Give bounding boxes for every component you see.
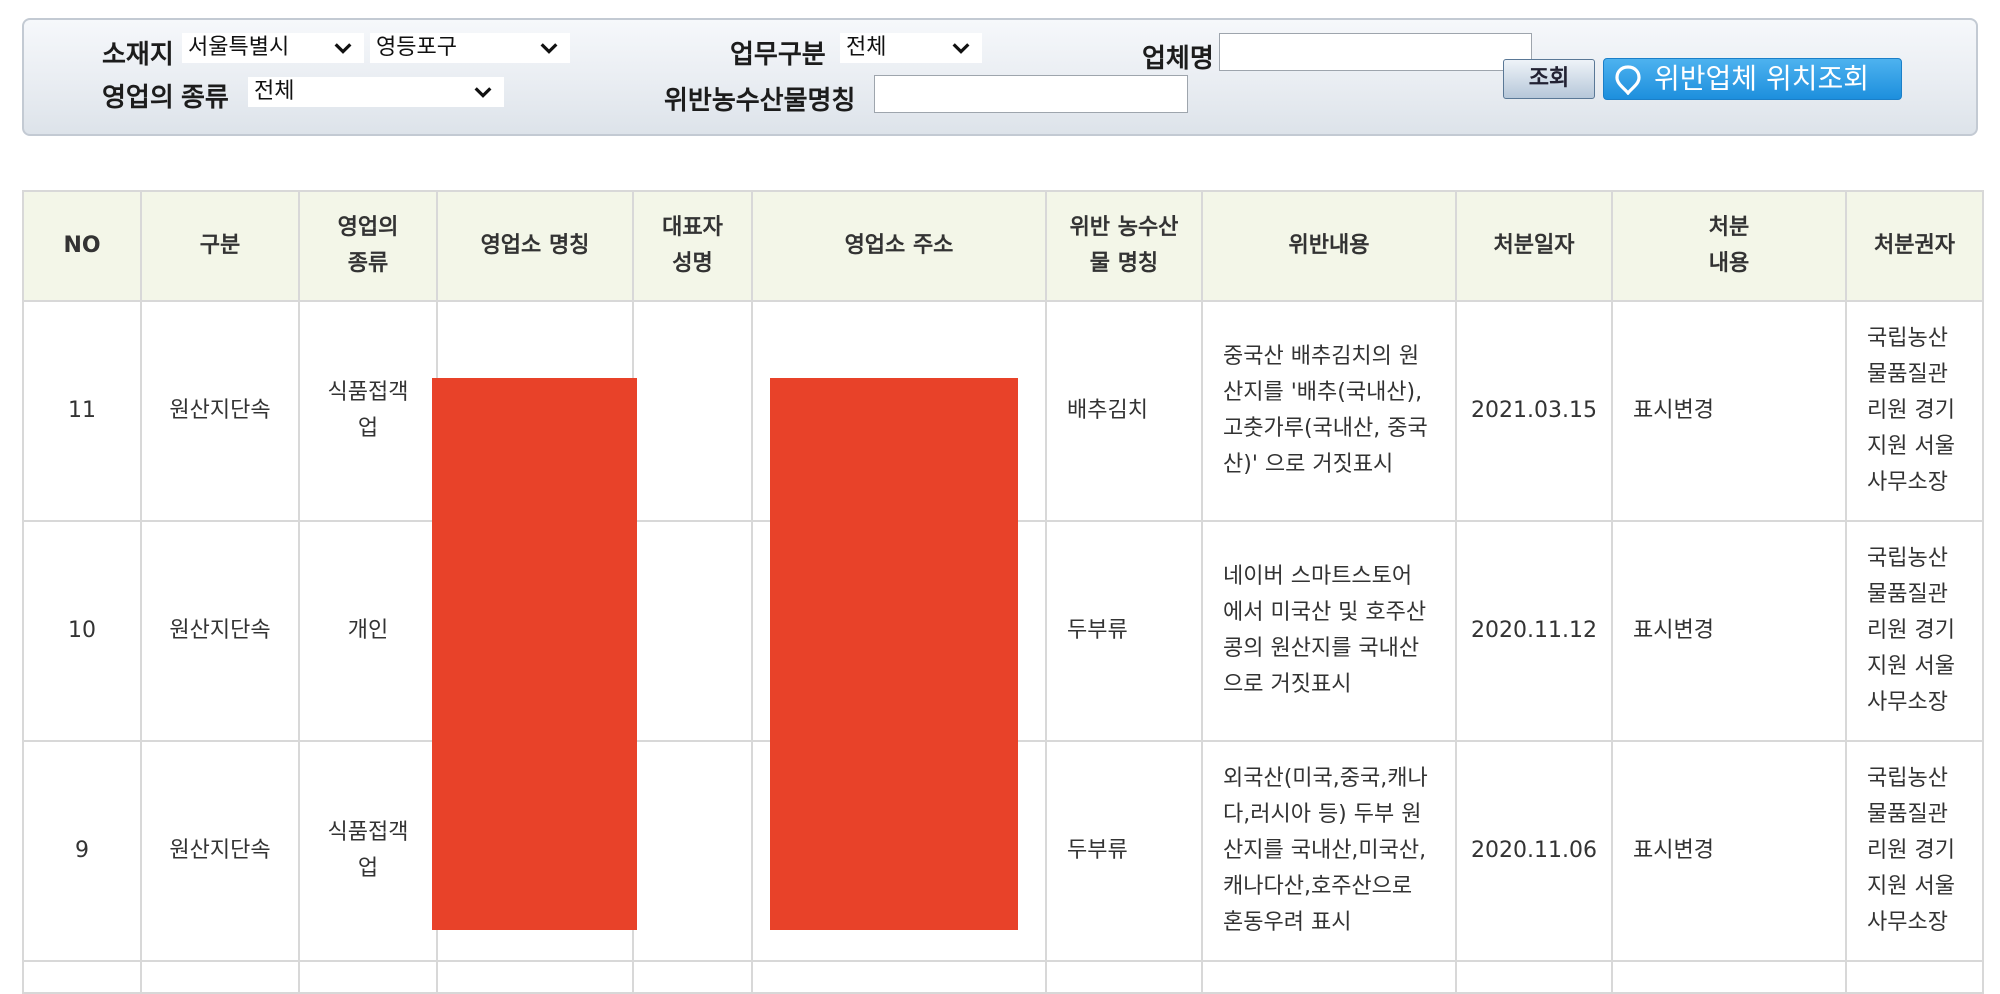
header-authority: 처분권자 [1845, 190, 1984, 302]
company-input[interactable] [1219, 33, 1532, 71]
product-label: 위반농수산물명칭 [664, 85, 856, 115]
cell-category: 원산지단속 [140, 520, 300, 742]
city-select[interactable]: 서울특별시 [182, 33, 364, 63]
cell-authority: 국립농산 물품질관 리원 경기 지원 서울 사무소장 [1845, 740, 1984, 962]
business-type-select-value: 전체 [254, 79, 295, 104]
cell-violation: 네이버 스마트스토어 에서 미국산 및 호주산 콩의 원산지를 국내산 으로 거… [1201, 520, 1457, 742]
chevron-down-icon [952, 43, 970, 54]
header-date: 처분일자 [1455, 190, 1613, 302]
location-search-button-label: 위반업체 위치조회 [1654, 62, 1869, 95]
city-select-value: 서울특별시 [188, 35, 290, 60]
cell-business-type: 식품접객 업 [298, 300, 438, 522]
cell-category: 원산지단속 [140, 300, 300, 522]
header-product: 위반 농수산 물 명칭 [1045, 190, 1203, 302]
cell-category: 원산지단속 [140, 740, 300, 962]
cell-date: 2020.11.12 [1455, 520, 1613, 742]
cell-business-type: 식품접객 업 [298, 740, 438, 962]
cell-no: 9 [22, 740, 142, 962]
company-label: 업체명 [1142, 43, 1214, 73]
map-pin-icon [1615, 65, 1641, 95]
header-address: 영업소 주소 [751, 190, 1047, 302]
header-violation: 위반내용 [1201, 190, 1457, 302]
cell-business-type: 개인 [298, 520, 438, 742]
cell-product: 두부류 [1045, 740, 1203, 962]
header-disposition: 처분 내용 [1611, 190, 1847, 302]
header-representative: 대표자 성명 [632, 190, 753, 302]
district-select[interactable]: 영등포구 [370, 33, 570, 63]
cell-authority: 국립농산 물품질관 리원 경기 지원 서울 사무소장 [1845, 520, 1984, 742]
cell-representative [632, 520, 753, 742]
header-category: 구분 [140, 190, 300, 302]
cell-product: 배추김치 [1045, 300, 1203, 522]
cell-date: 2021.03.15 [1455, 300, 1613, 522]
cell-representative [632, 300, 753, 522]
location-search-button[interactable]: 위반업체 위치조회 [1603, 58, 1902, 100]
redaction-block-name [432, 378, 637, 930]
cell-product: 두부류 [1045, 520, 1203, 742]
work-type-select-value: 전체 [846, 35, 887, 60]
cell-disposition: 표시변경 [1611, 740, 1847, 962]
query-button[interactable]: 조회 [1503, 59, 1595, 99]
product-input[interactable] [874, 75, 1188, 113]
work-type-label: 업무구분 [730, 39, 826, 69]
cell-authority: 국립농산 물품질관 리원 경기 지원 서울 사무소장 [1845, 300, 1984, 522]
location-label: 소재지 [102, 39, 174, 69]
district-select-value: 영등포구 [376, 35, 457, 60]
table-header-row: NO 구분 영업의 종류 영업소 명칭 대표자 성명 영업소 주소 위반 농수산… [22, 190, 1984, 302]
cell-date: 2020.11.06 [1455, 740, 1613, 962]
cell-disposition: 표시변경 [1611, 520, 1847, 742]
cell-violation: 중국산 배추김치의 원 산지를 '배추(국내산), 고춧가루(국내산, 중국 산… [1201, 300, 1457, 522]
cell-disposition: 표시변경 [1611, 300, 1847, 522]
work-type-select[interactable]: 전체 [840, 33, 982, 63]
cell-representative [632, 740, 753, 962]
redaction-block-address [770, 378, 1018, 930]
business-type-label: 영업의 종류 [102, 82, 229, 112]
business-type-select[interactable]: 전체 [248, 77, 504, 107]
table-row [22, 960, 1984, 994]
chevron-down-icon [540, 43, 558, 54]
chevron-down-icon [474, 87, 492, 98]
cell-violation: 외국산(미국,중국,캐나 다,러시아 등) 두부 원 산지를 국내산,미국산, … [1201, 740, 1457, 962]
chevron-down-icon [334, 43, 352, 54]
cell-no: 10 [22, 520, 142, 742]
header-no: NO [22, 190, 142, 302]
header-business-type: 영업의 종류 [298, 190, 438, 302]
header-business-name: 영업소 명칭 [436, 190, 634, 302]
cell-no: 11 [22, 300, 142, 522]
